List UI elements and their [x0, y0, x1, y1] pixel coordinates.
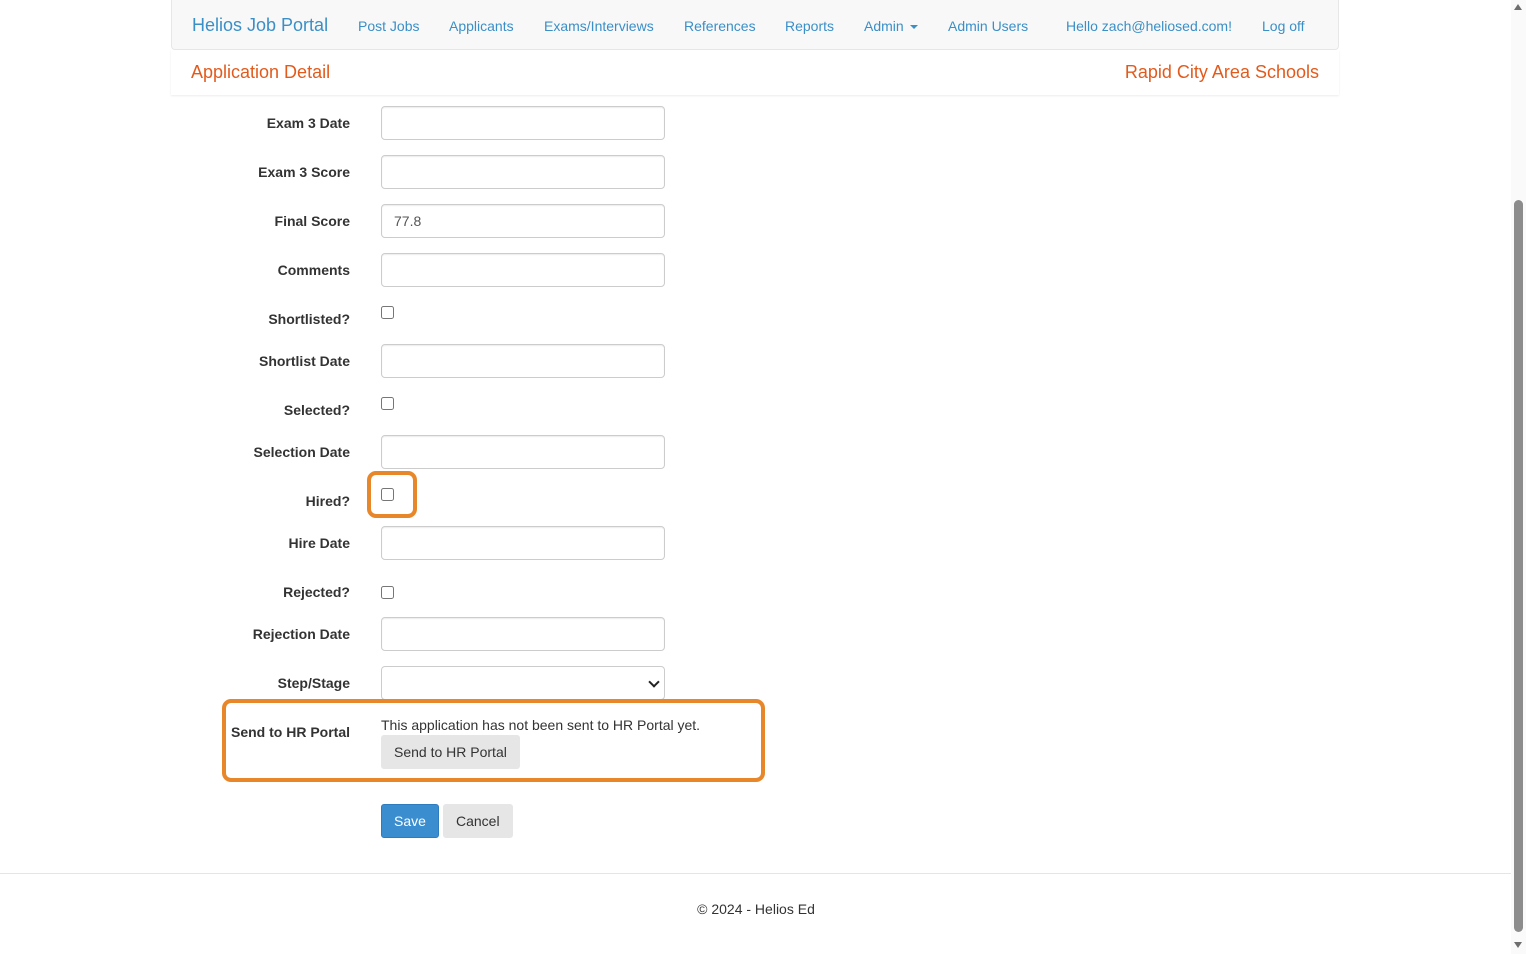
- step-stage-select[interactable]: [381, 666, 665, 700]
- hired-label: Hired?: [305, 493, 350, 509]
- save-button[interactable]: Save: [381, 804, 439, 838]
- send-hr-label: Send to HR Portal: [230, 724, 350, 740]
- scrollbar-thumb[interactable]: [1514, 200, 1523, 932]
- nav-admin-dropdown[interactable]: Admin: [864, 17, 918, 35]
- footer-divider: [0, 873, 1512, 874]
- nav-logoff[interactable]: Log off: [1262, 17, 1305, 35]
- hire-date-label: Hire Date: [288, 535, 350, 551]
- exam3-score-input[interactable]: [381, 155, 665, 189]
- comments-input[interactable]: [381, 253, 665, 287]
- rejected-checkbox[interactable]: [381, 586, 394, 599]
- hired-checkbox[interactable]: [381, 488, 394, 501]
- selected-label: Selected?: [283, 402, 350, 418]
- chevron-down-icon: [648, 676, 660, 688]
- selected-checkbox[interactable]: [381, 397, 394, 410]
- send-to-hr-portal-button[interactable]: Send to HR Portal: [381, 735, 520, 769]
- scroll-down-arrow-icon[interactable]: [1514, 942, 1522, 948]
- navbar: Helios Job Portal Post Jobs Applicants E…: [171, 0, 1339, 50]
- exam3-date-input[interactable]: [381, 106, 665, 140]
- nav-applicants[interactable]: Applicants: [449, 17, 514, 35]
- exam3-date-label: Exam 3 Date: [266, 115, 350, 131]
- nav-post-jobs[interactable]: Post Jobs: [358, 17, 419, 35]
- exam3-score-label: Exam 3 Score: [258, 164, 350, 180]
- shortlist-date-label: Shortlist Date: [258, 353, 350, 369]
- nav-reports[interactable]: Reports: [785, 17, 834, 35]
- footer-copyright: © 2024 - Helios Ed: [697, 901, 815, 917]
- nav-admin-users[interactable]: Admin Users: [948, 17, 1028, 35]
- selection-date-input[interactable]: [381, 435, 665, 469]
- step-stage-label: Step/Stage: [277, 675, 350, 691]
- caret-down-icon: [909, 25, 918, 30]
- comments-label: Comments: [277, 262, 350, 278]
- nav-admin-label: Admin: [864, 18, 904, 34]
- nav-references[interactable]: References: [684, 17, 756, 35]
- nav-exams-interviews[interactable]: Exams/Interviews: [544, 17, 654, 35]
- scroll-up-arrow-icon[interactable]: [1514, 4, 1522, 10]
- shortlisted-label: Shortlisted?: [268, 311, 350, 327]
- page-header: Application Detail Rapid City Area Schoo…: [171, 50, 1339, 95]
- organization-name: Rapid City Area Schools: [1124, 62, 1319, 82]
- rejected-label: Rejected?: [283, 584, 350, 600]
- cancel-button[interactable]: Cancel: [443, 804, 513, 838]
- final-score-label: Final Score: [274, 213, 350, 229]
- nav-greeting[interactable]: Hello zach@heliosed.com!: [1066, 17, 1232, 35]
- selection-date-label: Selection Date: [253, 444, 350, 460]
- final-score-input[interactable]: [381, 204, 665, 238]
- vertical-scrollbar[interactable]: [1511, 0, 1526, 954]
- shortlist-date-input[interactable]: [381, 344, 665, 378]
- shortlisted-checkbox[interactable]: [381, 306, 394, 319]
- hire-date-input[interactable]: [381, 526, 665, 560]
- brand-link[interactable]: Helios Job Portal: [192, 15, 328, 35]
- rejection-date-label: Rejection Date: [252, 626, 350, 642]
- page-title: Application Detail: [191, 62, 331, 82]
- rejection-date-input[interactable]: [381, 617, 665, 651]
- send-hr-status: This application has not been sent to HR…: [381, 717, 701, 733]
